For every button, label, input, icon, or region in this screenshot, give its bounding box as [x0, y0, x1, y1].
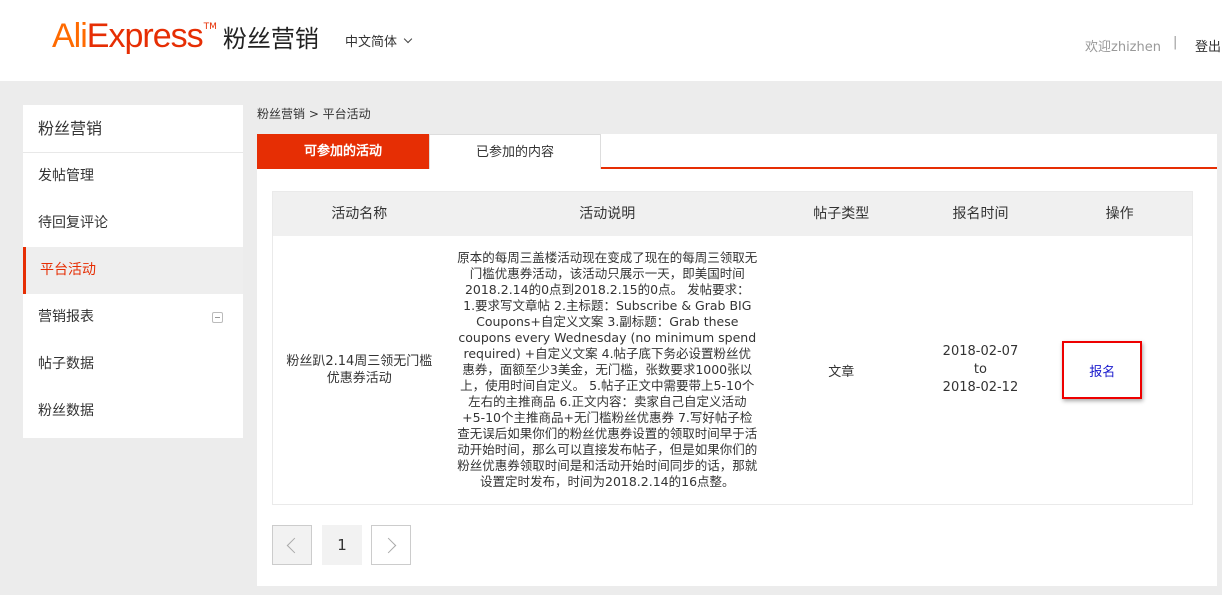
- tab-bar-filler: [601, 134, 1217, 167]
- aliexpress-logo[interactable]: Ali Express TM 粉丝营销: [52, 17, 319, 61]
- sidebar-title: 粉丝营销: [23, 105, 243, 153]
- sidebar-item-label: 帖子数据: [38, 356, 94, 372]
- column-header-name: 活动名称: [331, 206, 388, 222]
- sidebar-item-label: 粉丝数据: [38, 403, 94, 419]
- signup-to-label: to: [973, 362, 987, 377]
- sidebar-item-fans-data[interactable]: 粉丝数据: [23, 388, 243, 435]
- sidebar-item-pending-comments[interactable]: 待回复评论: [23, 200, 243, 247]
- table-header: 活动名称 活动说明 帖子类型 报名时间 操作: [273, 192, 1192, 236]
- sidebar-item-label: 营销报表: [38, 309, 94, 325]
- language-selector[interactable]: 中文简体: [345, 31, 413, 50]
- tab-bar: 可参加的活动 已参加的内容: [257, 134, 1217, 169]
- sidebar-item-marketing-reports[interactable]: 营销报表: [23, 294, 243, 341]
- post-type: 文章: [828, 364, 855, 380]
- sidebar-item-post-management[interactable]: 发帖管理: [23, 153, 243, 200]
- column-header-action: 操作: [1105, 206, 1134, 222]
- chevron-down-icon: [403, 34, 413, 43]
- sidebar-item-post-data[interactable]: 帖子数据: [23, 341, 243, 388]
- chevron-right-icon: [380, 537, 397, 553]
- logo-ali-text: Ali: [52, 17, 88, 55]
- sidebar-item-label: 待回复评论: [38, 215, 108, 231]
- tab-available-activities[interactable]: 可参加的活动: [257, 134, 429, 169]
- pagination-prev-button[interactable]: [272, 525, 312, 565]
- tab-joined-content[interactable]: 已参加的内容: [429, 134, 601, 169]
- signup-end-date: 2018-02-12: [942, 380, 1019, 395]
- signup-time: 2018-02-07 to 2018-02-12: [914, 343, 1048, 397]
- breadcrumb: 粉丝营销 > 平台活动: [257, 107, 371, 121]
- logout-link[interactable]: 登出: [1195, 36, 1221, 55]
- logo-subtitle: 粉丝营销: [222, 25, 319, 53]
- sidebar-item-label: 发帖管理: [38, 168, 94, 184]
- collapse-minus-icon[interactable]: [212, 312, 223, 323]
- sidebar: 粉丝营销 发帖管理 待回复评论 平台活动 营销报表 帖子数据 粉丝数据: [23, 105, 243, 438]
- top-header: Ali Express TM 粉丝营销 中文简体 欢迎zhizhen | 登出: [0, 0, 1222, 81]
- welcome-text: 欢迎zhizhen: [1085, 40, 1161, 55]
- signup-button[interactable]: 报名: [1089, 361, 1115, 380]
- table-row: 粉丝趴2.14周三领无门槛优惠券活动 原本的每周三盖楼活动现在变成了现在的每周三…: [273, 236, 1192, 504]
- pagination-page-1[interactable]: 1: [322, 525, 362, 565]
- header-separator: |: [1173, 35, 1178, 50]
- logo-trademark: TM: [203, 22, 217, 32]
- column-header-description: 活动说明: [579, 206, 636, 222]
- sidebar-item-platform-activities[interactable]: 平台活动: [23, 247, 243, 294]
- chevron-left-icon: [286, 537, 303, 553]
- signup-highlight-box: 报名: [1062, 341, 1143, 399]
- signup-start-date: 2018-02-07: [942, 344, 1019, 359]
- pagination-next-button[interactable]: [371, 525, 411, 565]
- activity-description: 原本的每周三盖楼活动现在变成了现在的每周三领取无门槛优惠券活动，该活动只展示一天…: [457, 250, 758, 489]
- activities-table: 活动名称 活动说明 帖子类型 报名时间 操作 粉丝趴2.14周三领无门槛优惠券活…: [272, 191, 1193, 505]
- column-header-signup-time: 报名时间: [952, 206, 1009, 222]
- main-panel: 可参加的活动 已参加的内容 活动名称 活动说明 帖子类型 报名时间 操作 粉丝趴…: [257, 134, 1217, 586]
- column-header-post-type: 帖子类型: [813, 206, 870, 222]
- logo-express-text: Express: [86, 17, 204, 55]
- language-label: 中文简体: [345, 35, 398, 50]
- activity-name: 粉丝趴2.14周三领无门槛优惠券活动: [286, 354, 433, 386]
- sidebar-item-label: 平台活动: [40, 262, 96, 278]
